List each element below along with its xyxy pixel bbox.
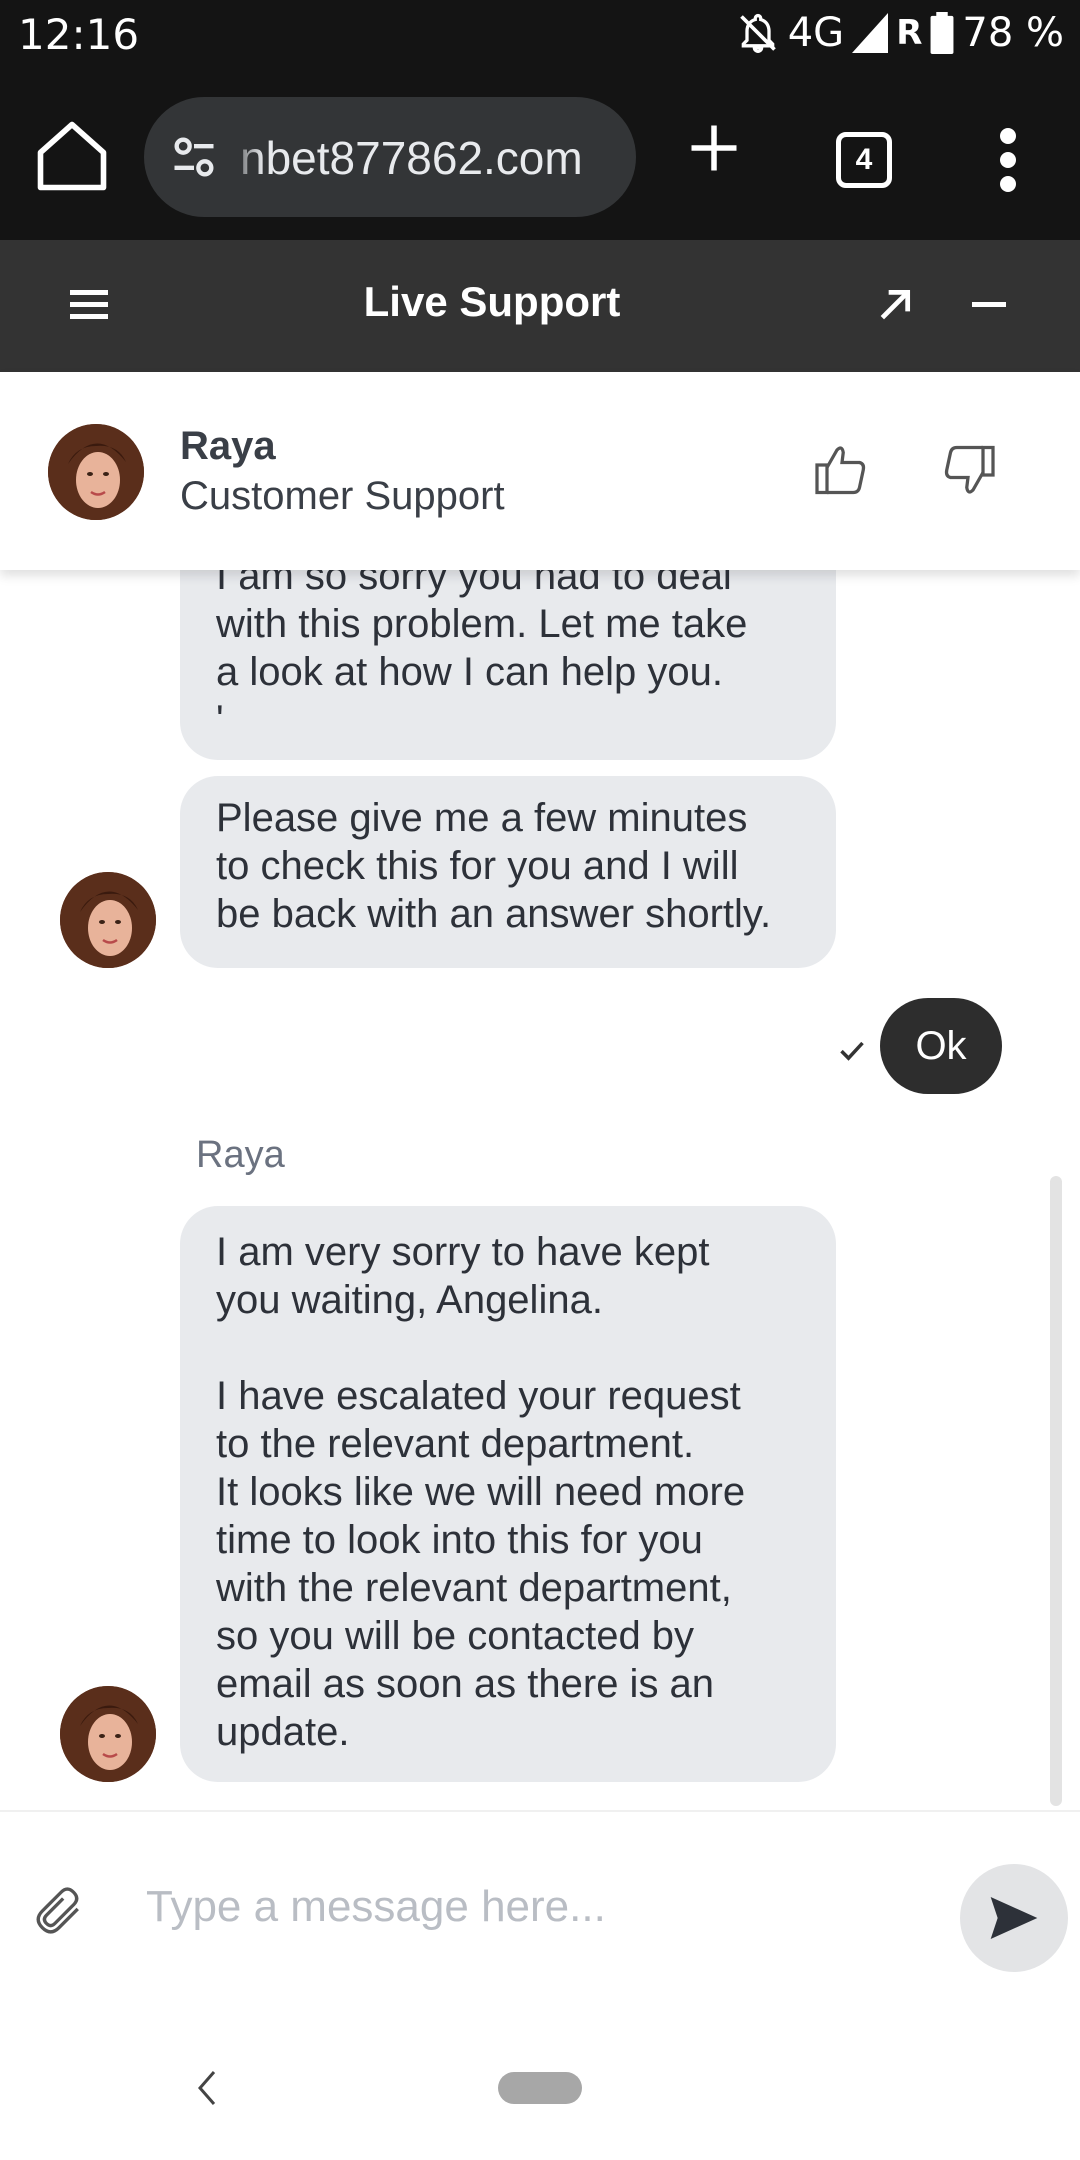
tune-icon[interactable] bbox=[168, 131, 220, 183]
chevron-left-icon bbox=[198, 2071, 216, 2105]
more-menu-button[interactable] bbox=[996, 128, 1020, 192]
tab-switcher-button[interactable]: 4 bbox=[836, 132, 892, 188]
status-bar: 12:16 4G R 78 % bbox=[0, 0, 1080, 74]
live-support-title: Live Support bbox=[363, 278, 621, 325]
attach-button[interactable] bbox=[34, 1886, 84, 1936]
thumbs-up-icon bbox=[815, 446, 866, 495]
minus-icon bbox=[972, 302, 1006, 307]
home-gesture-pill[interactable] bbox=[498, 2072, 582, 2104]
sender-name: Raya bbox=[196, 1134, 285, 1176]
agent-info-bar: Raya Customer Support bbox=[0, 372, 1080, 570]
home-button[interactable] bbox=[30, 114, 114, 198]
agent-avatar bbox=[48, 424, 144, 520]
battery-icon bbox=[930, 12, 954, 54]
agent-message: I am so sorry you had to deal with this … bbox=[180, 570, 836, 760]
send-button[interactable] bbox=[960, 1864, 1068, 1972]
agent-avatar bbox=[60, 872, 156, 968]
sent-check-icon bbox=[840, 1041, 864, 1061]
address-bar[interactable]: nbet877862.com bbox=[144, 97, 636, 217]
like-button[interactable] bbox=[812, 440, 872, 500]
agent-name: Raya bbox=[180, 424, 276, 468]
send-icon bbox=[990, 1897, 1038, 1939]
agent-role: Customer Support bbox=[180, 474, 505, 518]
thumbs-down-icon bbox=[944, 445, 995, 494]
minimize-button[interactable] bbox=[972, 302, 1006, 308]
dislike-button[interactable] bbox=[938, 440, 998, 500]
more-vert-icon bbox=[1000, 128, 1016, 192]
message-text: Please give me a few minutes to check th… bbox=[216, 796, 772, 936]
back-button[interactable] bbox=[192, 2066, 222, 2110]
message-input[interactable] bbox=[146, 1862, 926, 1952]
battery-level: 78 % bbox=[962, 10, 1064, 56]
browser-toolbar: nbet877862.com 4 bbox=[0, 74, 1080, 240]
tab-switcher-icon: 4 bbox=[855, 143, 873, 176]
agent-avatar bbox=[60, 1686, 156, 1782]
message-text: I am very sorry to have kept you waiting… bbox=[216, 1230, 746, 1754]
agent-message: I am very sorry to have kept you waiting… bbox=[180, 1206, 836, 1782]
chat-transcript[interactable]: I am so sorry you had to deal with this … bbox=[0, 570, 1080, 1810]
live-support-header: Live Support bbox=[0, 240, 1080, 372]
bell-off-icon bbox=[739, 14, 776, 53]
chat-scrollbar[interactable] bbox=[1050, 1176, 1062, 1806]
url-text: nbet877862.com bbox=[240, 132, 583, 184]
system-nav-bar bbox=[0, 2010, 1080, 2160]
new-tab-button[interactable] bbox=[684, 118, 744, 178]
message-text: I am so sorry you had to deal with this … bbox=[216, 570, 748, 742]
popout-button[interactable] bbox=[876, 286, 914, 324]
roaming-indicator: R bbox=[896, 13, 923, 53]
signal-icon bbox=[852, 13, 889, 53]
status-time: 12:16 bbox=[18, 10, 140, 59]
plus-icon bbox=[691, 125, 737, 171]
message-composer bbox=[0, 1810, 1080, 2010]
agent-message: Please give me a few minutes to check th… bbox=[180, 776, 836, 968]
status-icons: 4G R 78 % bbox=[736, 10, 1064, 56]
user-message: Ok bbox=[880, 998, 1002, 1094]
home-icon bbox=[37, 121, 107, 191]
paperclip-icon bbox=[36, 1887, 79, 1934]
network-type: 4G bbox=[787, 10, 845, 56]
url-fade bbox=[224, 97, 264, 217]
arrow-up-right-icon bbox=[880, 289, 911, 320]
message-text: Ok bbox=[915, 1024, 967, 1068]
